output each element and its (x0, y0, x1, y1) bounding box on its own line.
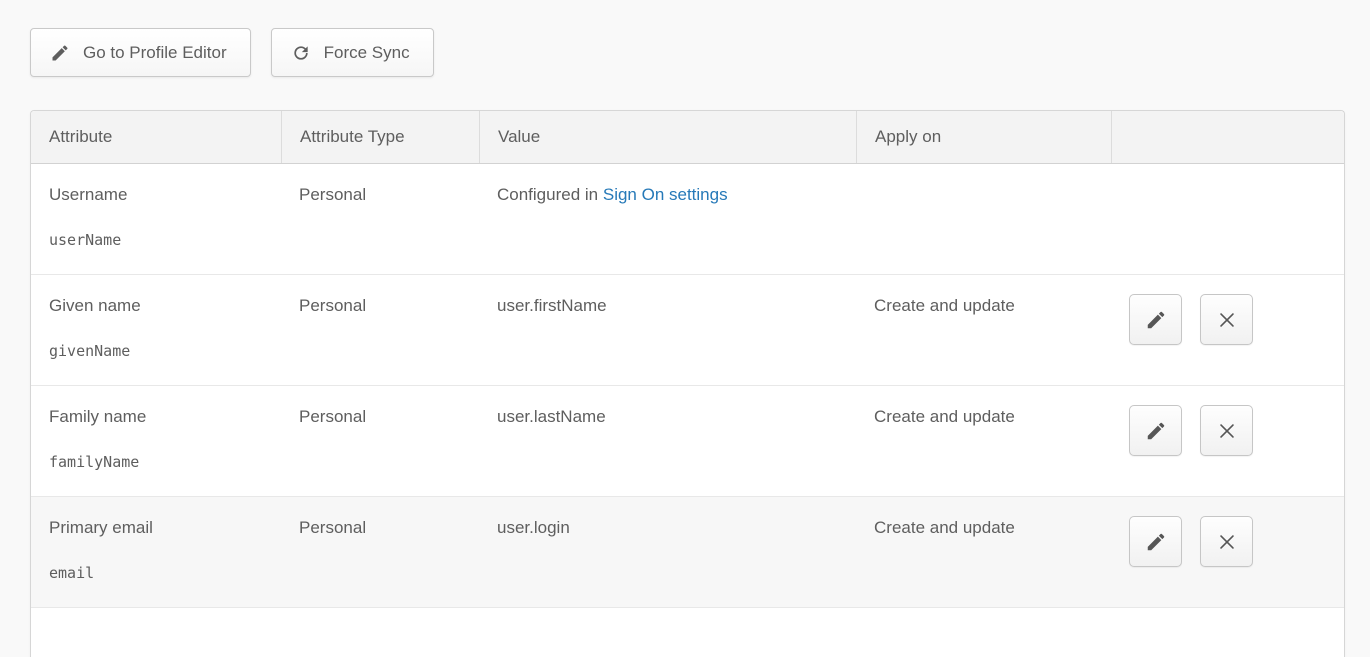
toolbar: Go to Profile Editor Force Sync (30, 28, 434, 77)
edit-attribute-button[interactable] (1129, 516, 1182, 567)
attribute-type-cell: Personal (281, 164, 479, 274)
go-to-profile-editor-button[interactable]: Go to Profile Editor (30, 28, 251, 77)
attribute-variable-name: userName (49, 230, 281, 250)
attribute-variable-name: familyName (49, 452, 281, 472)
attribute-cell: Username userName (31, 164, 281, 274)
x-icon (1216, 531, 1238, 553)
go-to-profile-editor-label: Go to Profile Editor (83, 43, 227, 63)
table-header: Attribute Attribute Type Value Apply on (31, 111, 1344, 163)
attribute-type-cell: Personal (281, 275, 479, 385)
column-header-value: Value (479, 111, 856, 163)
attribute-label: Given name (49, 296, 281, 316)
attribute-type-cell: Personal (281, 497, 479, 607)
pencil-icon (50, 43, 70, 63)
pencil-icon (1145, 531, 1167, 553)
table-row: Username userName Personal Configured in… (31, 163, 1344, 274)
attribute-variable-name: givenName (49, 341, 281, 361)
value-text: Configured in (497, 185, 598, 204)
attribute-label: Username (49, 185, 281, 205)
attribute-cell: Family name familyName (31, 386, 281, 496)
table-row: Family name familyName Personal user.las… (31, 385, 1344, 496)
apply-on-cell: Create and update (856, 497, 1111, 607)
attribute-type-cell: Personal (281, 386, 479, 496)
remove-attribute-button[interactable] (1200, 516, 1253, 567)
actions-cell (1111, 386, 1344, 496)
pencil-icon (1145, 309, 1167, 331)
actions-cell (1111, 275, 1344, 385)
x-icon (1216, 420, 1238, 442)
column-header-actions (1111, 111, 1344, 163)
column-header-apply-on: Apply on (856, 111, 1111, 163)
attribute-variable-name: email (49, 563, 281, 583)
attribute-label: Primary email (49, 518, 281, 538)
force-sync-button[interactable]: Force Sync (271, 28, 434, 77)
apply-on-cell: Create and update (856, 386, 1111, 496)
attribute-label: Family name (49, 407, 281, 427)
table-row: Primary email email Personal user.login … (31, 496, 1344, 607)
value-cell: user.login (479, 497, 856, 607)
edit-attribute-button[interactable] (1129, 294, 1182, 345)
remove-attribute-button[interactable] (1200, 294, 1253, 345)
actions-cell (1111, 164, 1344, 274)
edit-attribute-button[interactable] (1129, 405, 1182, 456)
actions-cell (1111, 497, 1344, 607)
table-row: Given name givenName Personal user.first… (31, 274, 1344, 385)
x-icon (1216, 309, 1238, 331)
sign-on-settings-link[interactable]: Sign On settings (603, 185, 728, 204)
column-header-attribute-type: Attribute Type (281, 111, 479, 163)
attribute-mappings-table: Attribute Attribute Type Value Apply on … (30, 110, 1345, 657)
apply-on-cell: Create and update (856, 275, 1111, 385)
value-cell: user.lastName (479, 386, 856, 496)
page: { "toolbar": { "profile_editor_label": "… (0, 0, 1370, 644)
attribute-cell: Given name givenName (31, 275, 281, 385)
column-header-attribute: Attribute (31, 111, 281, 163)
attribute-cell: Primary email email (31, 497, 281, 607)
table-row-partial (31, 607, 1344, 657)
force-sync-label: Force Sync (324, 43, 410, 63)
refresh-icon (291, 43, 311, 63)
pencil-icon (1145, 420, 1167, 442)
apply-on-cell (856, 164, 1111, 274)
value-cell: Configured in Sign On settings (479, 164, 856, 274)
remove-attribute-button[interactable] (1200, 405, 1253, 456)
value-cell: user.firstName (479, 275, 856, 385)
